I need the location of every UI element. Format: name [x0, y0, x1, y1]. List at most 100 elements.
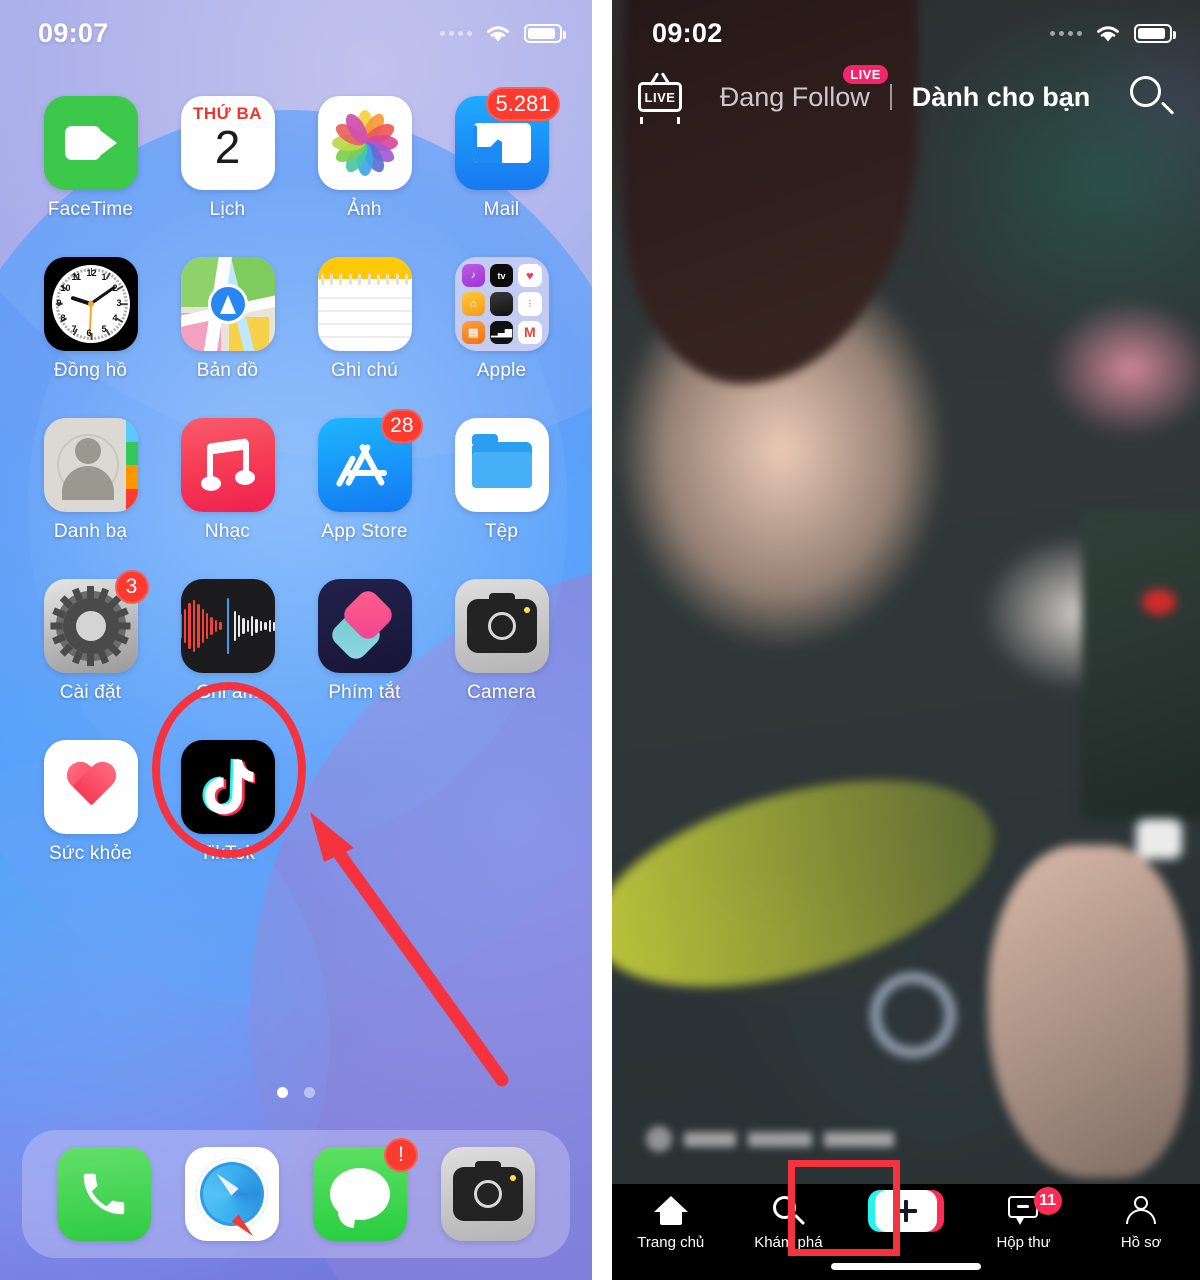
app-icon-wrap[interactable] [317, 257, 412, 351]
dock-camera[interactable] [441, 1147, 535, 1241]
dock-messages[interactable]: ! [313, 1138, 418, 1241]
app-contacts[interactable]: Danh bạ [22, 418, 159, 543]
profile-icon [1126, 1194, 1157, 1228]
mini-podcasts-icon: ♪ [461, 264, 485, 288]
nav-discover[interactable]: Khám phá [736, 1194, 840, 1251]
camera-icon[interactable] [454, 579, 549, 673]
mini-reminders-icon: ⋮ [518, 292, 542, 316]
app-icon-wrap[interactable]: 3 [43, 570, 149, 673]
tiktok-feed-screen: 09:02 LIVE Đang Follow LIVE Dành cho bạn… [612, 0, 1200, 1280]
dock: ! [22, 1130, 570, 1258]
badge-settings: 3 [114, 570, 149, 604]
app-icon-wrap[interactable]: 5.281 [454, 87, 560, 190]
app-appstore[interactable]: 28 App Store [296, 409, 433, 543]
calendar-icon[interactable]: THỨ BA 2 [180, 96, 275, 190]
app-label: FaceTime [47, 199, 134, 220]
health-icon[interactable] [43, 740, 138, 834]
status-indicators [1050, 22, 1176, 44]
page-dots[interactable] [0, 1087, 592, 1098]
camera-icon[interactable] [441, 1147, 535, 1241]
voice-memos-icon[interactable] [180, 579, 275, 673]
live-feet-icon [640, 117, 680, 124]
dock-safari[interactable] [185, 1147, 279, 1241]
clock-icon[interactable]: 1 2 3 4 5 6 7 8 9 10 11 12 [43, 257, 138, 351]
maps-icon[interactable] [180, 257, 275, 351]
nav-label: Hộp thư [996, 1234, 1051, 1251]
app-icon-wrap[interactable]: ♪ tv ♥ ⌂ ⋮ ▤ ▁▃▆ M [454, 257, 549, 351]
app-icon-wrap[interactable]: 1 2 3 4 5 6 7 8 9 10 11 12 [43, 257, 138, 351]
app-maps[interactable]: Bản đồ [159, 257, 296, 382]
app-shortcuts[interactable]: Phím tắt [296, 579, 433, 704]
app-files[interactable]: Tệp [433, 418, 570, 543]
status-bar-right: 09:02 [612, 0, 1200, 56]
tiktok-icon[interactable] [180, 740, 275, 834]
app-music[interactable]: Nhạc [159, 418, 296, 543]
app-label: Ảnh [347, 199, 382, 220]
apple-folder-icon[interactable]: ♪ tv ♥ ⌂ ⋮ ▤ ▁▃▆ M [454, 257, 549, 351]
app-icon-wrap[interactable] [43, 96, 138, 190]
search-icon[interactable] [1128, 74, 1175, 120]
app-icon-wrap[interactable] [317, 579, 412, 673]
badge-messages: ! [384, 1138, 418, 1172]
app-notes[interactable]: Ghi chú [296, 257, 433, 382]
app-apple-folder[interactable]: ♪ tv ♥ ⌂ ⋮ ▤ ▁▃▆ M Apple [433, 257, 570, 382]
feed-tabs: Đang Follow LIVE Dành cho bạn [682, 64, 1128, 113]
app-label: Camera [467, 682, 536, 703]
app-icon-wrap[interactable] [43, 740, 138, 834]
app-icon-wrap[interactable] [180, 257, 275, 351]
plus-icon [867, 1190, 944, 1232]
page-dot-active[interactable] [277, 1087, 288, 1098]
files-icon[interactable] [454, 418, 549, 512]
photos-icon[interactable] [317, 96, 412, 190]
app-label: Apple [476, 360, 527, 381]
app-settings[interactable]: 3 Cài đặt [22, 570, 159, 704]
app-icon-wrap[interactable] [454, 418, 549, 512]
mini-gmail-icon: M [518, 320, 542, 344]
music-icon[interactable] [180, 418, 275, 512]
app-tiktok[interactable]: TikTok [159, 740, 296, 865]
app-icon-wrap[interactable] [317, 96, 412, 190]
status-indicators [440, 22, 566, 44]
page-dot[interactable] [304, 1087, 315, 1098]
app-icon-wrap[interactable]: THỨ BA 2 [180, 96, 275, 190]
wifi-icon [1097, 26, 1119, 42]
app-voice-memos[interactable]: Ghi âm [159, 579, 296, 704]
notes-icon[interactable] [317, 257, 412, 351]
app-label: Nhạc [204, 521, 251, 542]
nav-create[interactable] [854, 1190, 958, 1234]
app-icon-wrap[interactable] [454, 579, 549, 673]
app-camera[interactable]: Camera [433, 579, 570, 704]
tab-following[interactable]: Đang Follow LIVE [714, 64, 888, 113]
app-calendar[interactable]: THỨ BA 2 Lịch [159, 96, 296, 221]
live-button[interactable]: LIVE [638, 72, 682, 124]
app-photos[interactable]: Ảnh [296, 96, 433, 221]
nav-profile[interactable]: Hồ sơ [1089, 1194, 1193, 1251]
app-icon-wrap[interactable] [180, 418, 275, 512]
app-icon-wrap[interactable] [180, 579, 275, 673]
shortcuts-icon[interactable] [317, 579, 412, 673]
mini-appletv-icon: tv [489, 264, 514, 288]
panel-divider [592, 0, 612, 1280]
safari-icon[interactable] [185, 1147, 279, 1241]
app-clock[interactable]: 1 2 3 4 5 6 7 8 9 10 11 12 Đồng hồ [22, 257, 159, 382]
app-mail[interactable]: 5.281 Mail [433, 87, 570, 221]
phone-icon[interactable] [57, 1147, 151, 1241]
nav-inbox[interactable]: 11 Hộp thư [972, 1187, 1076, 1251]
app-label: App Store [321, 521, 408, 542]
nav-home[interactable]: Trang chủ [619, 1194, 723, 1251]
app-label: Ghi chú [331, 360, 398, 381]
app-icon-wrap[interactable] [43, 418, 138, 512]
video-collar-stripe [612, 740, 1017, 1027]
app-label: Lịch [209, 199, 246, 220]
tab-for-you[interactable]: Dành cho bạn [906, 82, 1097, 113]
dock-phone[interactable] [57, 1147, 151, 1241]
app-health[interactable]: Sức khỏe [22, 740, 159, 865]
video-jersey-logo [870, 972, 955, 1057]
battery-icon [524, 23, 566, 43]
tab-following-label: Đang Follow [719, 81, 870, 112]
app-icon-wrap[interactable]: 28 [317, 409, 423, 512]
app-icon-wrap[interactable] [180, 740, 275, 834]
contacts-icon[interactable] [43, 418, 138, 512]
app-facetime[interactable]: FaceTime [22, 96, 159, 221]
facetime-icon[interactable] [43, 96, 138, 190]
